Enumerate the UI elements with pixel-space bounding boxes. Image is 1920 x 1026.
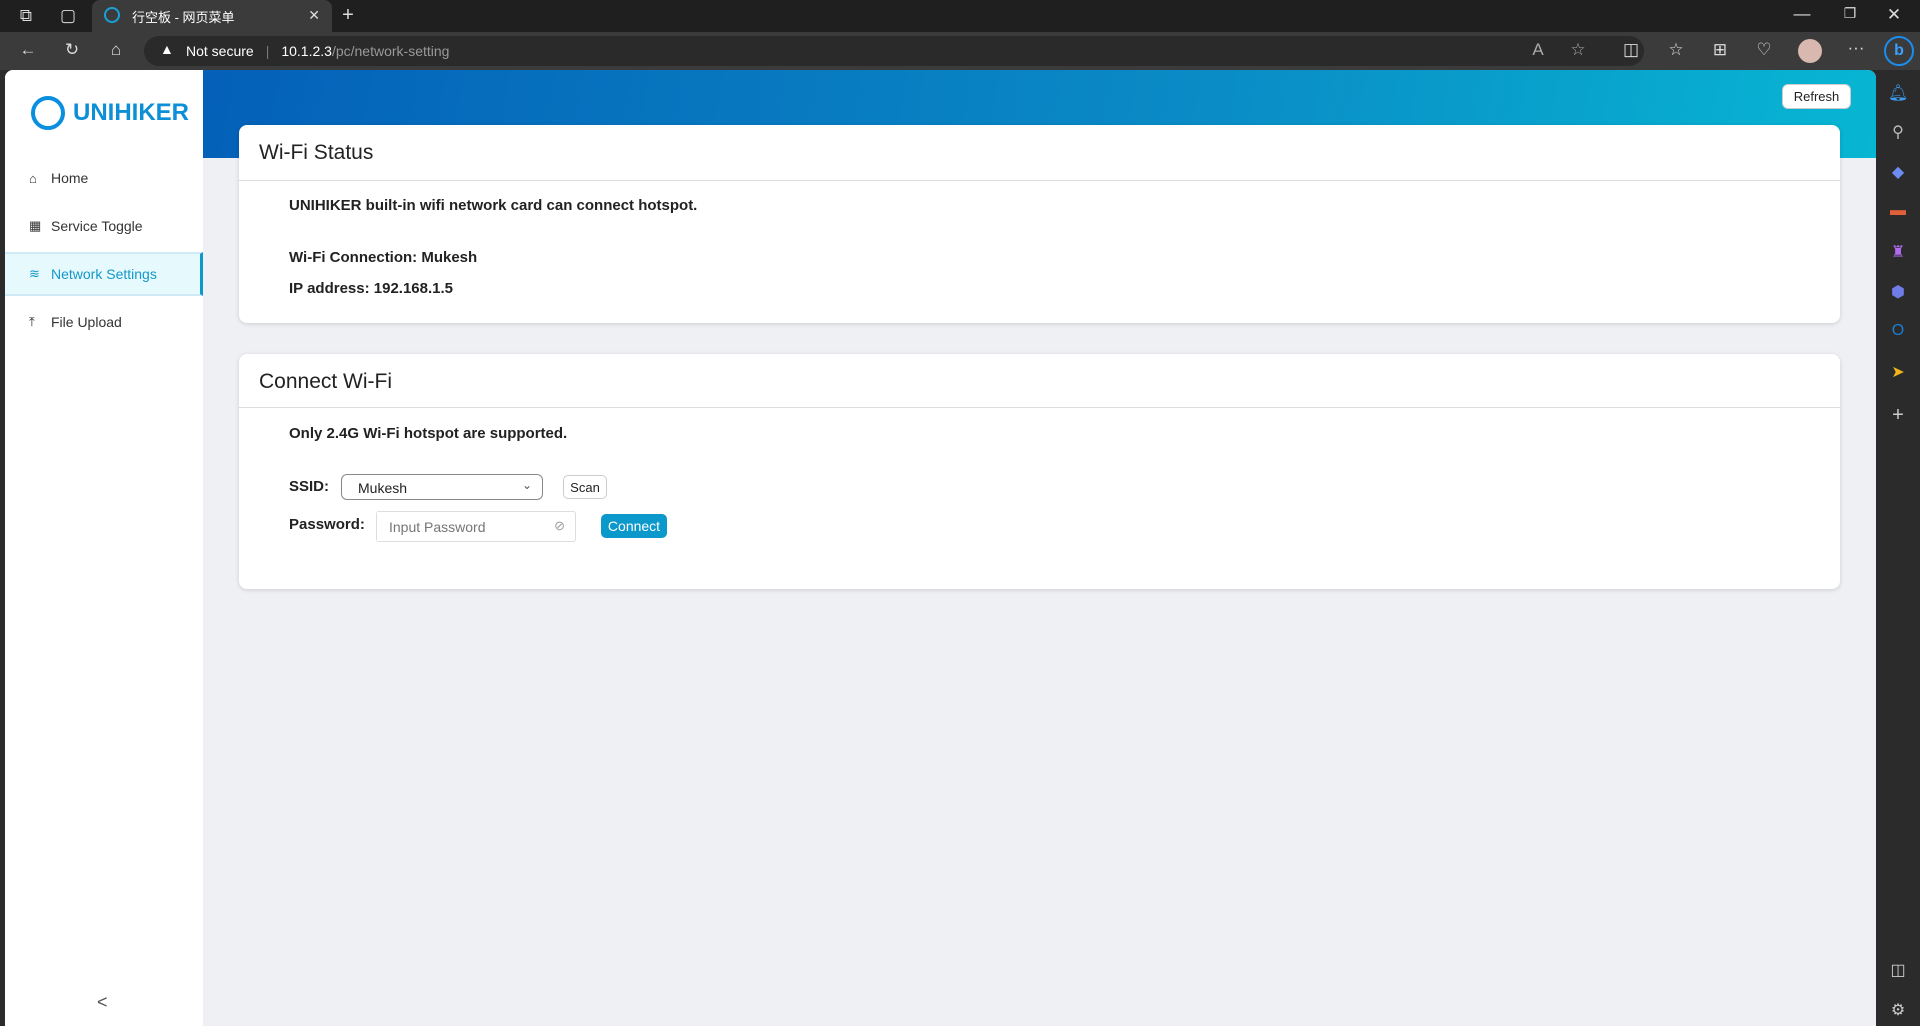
wifi-connection: Wi-Fi Connection: Mukesh [289,249,478,266]
grid-icon: ▦ [29,218,42,233]
sidebar-item-home[interactable]: ⌂ Home [5,157,203,199]
ssid-label: SSID: [289,478,330,495]
sidebar-item-label: Network Settings [51,266,157,282]
password-input[interactable] [377,512,537,541]
card-title: Connect Wi-Fi [259,370,393,393]
browser-tab[interactable]: 行空板 - 网页菜单 ✕ [92,0,332,32]
card-title: Wi-Fi Status [259,141,374,164]
divider [239,407,1840,408]
app-sidebar: UNIHIKER ⌂ Home ▦ Service Toggle ≋ Network … [5,70,203,1026]
eye-slash-icon[interactable]: ⊘ [554,518,565,534]
outlook-icon[interactable]: O [1886,322,1910,340]
logo-text: UNIHIKER [73,99,190,126]
new-tab-icon[interactable]: + [334,4,362,27]
tab-title: 行空板 - 网页菜单 [132,9,235,25]
sidebar-item-service-toggle[interactable]: ▦ Service Toggle [5,205,203,247]
more-icon[interactable]: ··· [1842,38,1870,58]
address-bar[interactable]: ▲ Not secure | 10.1.2.3/pc/network-setti… [144,36,1644,66]
support-note: Only 2.4G Wi-Fi hotspot are supported. [289,425,568,442]
favicon-icon [104,7,120,23]
sidebar-item-label: Home [51,170,89,186]
logo-ring-icon [31,96,65,130]
minimize-icon[interactable]: — [1788,4,1816,24]
favorites-icon[interactable]: ☆ [1662,40,1690,60]
wifi-status-card: Wi-Fi Status UNIHIKER built-in wifi netw… [239,125,1840,323]
password-field[interactable]: ⊘ [376,511,576,542]
upload-icon: ⤒ [29,314,35,329]
scan-button[interactable]: Scan [563,475,607,499]
settings-gear-icon[interactable]: ⚙ [1886,1000,1910,1020]
wifi-description: UNIHIKER built-in wifi network card can … [289,197,698,214]
sidebar-item-network-settings[interactable]: ≋ Network Settings [5,252,203,296]
wifi-icon: ≋ [29,266,40,281]
unihiker-logo: UNIHIKER [31,96,189,130]
chevron-down-icon: ⌄ [521,478,532,492]
sidebar-toggle-icon[interactable]: ◫ [1886,960,1910,980]
vertical-tabs-icon[interactable]: ▢ [54,6,82,26]
home-icon[interactable]: ⌂ [102,40,130,60]
split-screen-icon[interactable]: ◫ [1617,40,1645,60]
sidebar-item-file-upload[interactable]: ⤒ File Upload [5,301,203,343]
home-icon: ⌂ [29,170,37,186]
password-label: Password: [289,516,365,533]
security-label[interactable]: Not secure [186,43,254,59]
connect-button[interactable]: Connect [601,514,667,538]
browser-essentials-icon[interactable]: ♡ [1750,40,1778,60]
microsoft365-icon[interactable]: ⬢ [1886,282,1910,302]
sidebar-item-label: File Upload [51,314,122,330]
shopping-tag-icon[interactable]: ◆ [1886,162,1910,182]
read-aloud-icon[interactable]: A [1524,40,1552,60]
add-sidebar-icon[interactable]: + [1886,404,1910,427]
url-path: /pc/network-setting [331,43,450,59]
close-tab-icon[interactable]: ✕ [308,7,320,24]
send-icon[interactable]: ➤ [1886,362,1910,382]
browser-tab-bar: ⧉ ▢ 行空板 - 网页菜单 ✕ + — ❐ ✕ [0,0,1920,32]
sidebar-item-label: Service Toggle [51,218,143,234]
ip-address: IP address: 192.168.1.5 [289,280,454,297]
collections-icon[interactable]: ⊞ [1706,40,1734,60]
refresh-icon[interactable]: ↻ [58,40,86,60]
tools-icon[interactable]: ▬ [1886,202,1910,220]
ssid-value: Mukesh [358,480,408,496]
refresh-button[interactable]: Refresh [1782,84,1851,109]
notification-bell-icon[interactable]: 🔔︎ [1886,83,1910,103]
back-icon[interactable]: ← [14,40,42,60]
collapse-sidebar-button[interactable]: < [97,992,108,1013]
workspaces-icon[interactable]: ⧉ [12,6,40,26]
close-window-icon[interactable]: ✕ [1880,5,1908,25]
favorite-star-icon[interactable]: ☆ [1564,40,1592,60]
profile-avatar[interactable] [1798,39,1822,63]
restore-icon[interactable]: ❐ [1836,5,1864,22]
warning-icon: ▲ [160,41,174,57]
bing-copilot-icon[interactable]: b [1884,36,1914,66]
page-content: UNIHIKER ⌂ Home ▦ Service Toggle ≋ Network … [5,70,1876,1026]
url-host: 10.1.2.3 [281,43,332,59]
divider [239,180,1840,181]
ssid-select[interactable]: Mukesh ⌄ [341,474,543,500]
connect-wifi-card: Connect Wi-Fi Only 2.4G Wi-Fi hotspot ar… [239,354,1840,589]
search-icon[interactable]: ⚲ [1886,122,1910,142]
games-icon[interactable]: ♜ [1886,242,1910,262]
